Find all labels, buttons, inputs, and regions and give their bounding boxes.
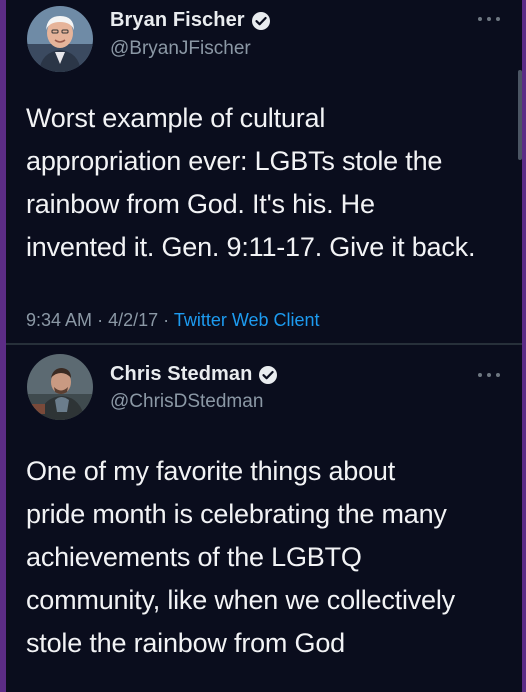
verified-badge-icon — [259, 365, 278, 384]
more-options-icon[interactable] — [478, 14, 500, 24]
tweet-text: One of my favorite things about pride mo… — [26, 450, 514, 665]
meta-separator: · — [163, 310, 170, 330]
tweet-text: Worst example of cultural appropriation … — [26, 97, 514, 269]
tweet-meta: 9:34 AM · 4/2/17 · Twitter Web Client — [26, 310, 320, 331]
tweet-text-line: rainbow from God. It's his. He — [26, 189, 375, 219]
screenshot-frame: Bryan Fischer @BryanJFischer Worst examp… — [6, 0, 522, 692]
more-options-icon[interactable] — [478, 370, 500, 380]
tweet-text-line: appropriation ever: LGBTs stole the — [26, 146, 443, 176]
tweet-text-line: achievements of the LGBTQ — [26, 542, 362, 572]
tweet-chris-stedman[interactable]: Chris Stedman @ChrisDStedman One of my f… — [6, 346, 522, 692]
divider — [6, 343, 522, 345]
avatar[interactable] — [27, 354, 93, 420]
tweet-text-line: One of my favorite things about — [26, 456, 396, 486]
tweet-text-line: invented it. Gen. 9:11-17. Give it back. — [26, 232, 476, 262]
author-row: Bryan Fischer — [110, 9, 271, 32]
handle[interactable]: @BryanJFischer — [110, 38, 251, 60]
tweet-bryan-fischer[interactable]: Bryan Fischer @BryanJFischer Worst examp… — [6, 0, 522, 344]
tweet-source-link[interactable]: Twitter Web Client — [174, 310, 320, 330]
author-row: Chris Stedman — [110, 363, 278, 386]
tweet-text-line: Worst example of cultural — [26, 103, 326, 133]
tweet-date[interactable]: 4/2/17 — [108, 310, 158, 330]
display-name[interactable]: Bryan Fischer — [110, 9, 245, 32]
tweet-time[interactable]: 9:34 AM — [26, 310, 92, 330]
verified-badge-icon — [251, 11, 270, 30]
avatar[interactable] — [27, 6, 93, 72]
handle[interactable]: @ChrisDStedman — [110, 391, 263, 413]
tweet-text-line: community, like when we collectively — [26, 585, 455, 615]
tweet-text-line: pride month is celebrating the many — [26, 499, 447, 529]
tweet-text-line: stole the rainbow from God — [26, 628, 345, 658]
display-name[interactable]: Chris Stedman — [110, 363, 252, 386]
scrollbar[interactable] — [518, 70, 522, 160]
meta-separator: · — [97, 310, 104, 330]
